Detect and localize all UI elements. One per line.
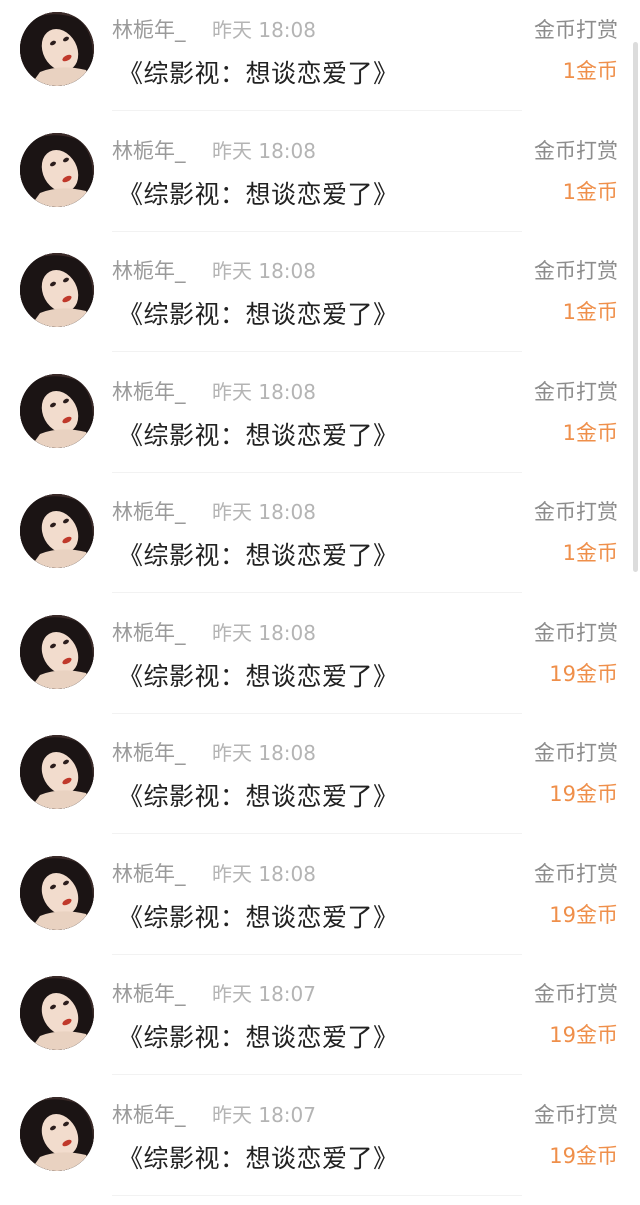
row-divider: [112, 1074, 522, 1075]
reward-amount: 1金币: [562, 59, 618, 83]
user-avatar-icon[interactable]: [20, 976, 94, 1050]
reward-type: 金币打赏: [534, 861, 618, 886]
user-avatar-icon[interactable]: [20, 494, 94, 568]
username[interactable]: 林栀年_: [112, 737, 186, 767]
reward-amount: 19金币: [549, 782, 618, 806]
book-title[interactable]: 《综影视：想谈恋爱了》: [118, 1018, 399, 1054]
user-avatar-icon[interactable]: [20, 855, 94, 930]
row-divider: [112, 833, 522, 834]
row-divider: [112, 592, 522, 593]
reward-type: 金币打赏: [534, 18, 618, 42]
username[interactable]: 林栀年_: [112, 978, 186, 1008]
reward-amount: 1金币: [562, 541, 618, 565]
reward-time: 昨天 18:07: [212, 1102, 316, 1127]
user-avatar-icon[interactable]: [20, 12, 94, 86]
username[interactable]: 林栀年_: [112, 858, 186, 888]
reward-type: 金币打赏: [534, 741, 618, 765]
row-divider: [112, 230, 522, 232]
username[interactable]: 林栀年_: [112, 617, 186, 647]
reward-time: 昨天 18:08: [212, 18, 316, 42]
book-title[interactable]: 《综影视：想谈恋爱了》: [118, 54, 399, 90]
username[interactable]: 林栀年_: [112, 376, 186, 406]
row-divider: [112, 712, 522, 714]
reward-row[interactable]: 林栀年_ 昨天 18:08 《综影视：想谈恋爱了》 金币打赏 19金币: [0, 723, 640, 843]
username[interactable]: 林栀年_: [112, 496, 186, 526]
row-divider: [112, 953, 522, 955]
reward-amount: 1金币: [562, 179, 618, 204]
reward-time: 昨天 18:08: [212, 259, 316, 283]
reward-row[interactable]: 林栀年_ 昨天 18:08 《综影视：想谈恋爱了》 金币打赏 1金币: [0, 241, 640, 361]
reward-amount: 1金币: [562, 300, 618, 324]
row-divider: [112, 110, 522, 111]
reward-type: 金币打赏: [534, 379, 618, 404]
reward-row[interactable]: 林栀年_ 昨天 18:08 《综影视：想谈恋爱了》 金币打赏 19金币: [0, 603, 640, 723]
reward-list: 林栀年_ 昨天 18:08 《综影视：想谈恋爱了》 金币打赏 1金币 林栀年_ 昨天 18:…: [0, 0, 640, 1196]
book-title[interactable]: 《综影视：想谈恋爱了》: [118, 295, 399, 331]
book-title[interactable]: 《综影视：想谈恋爱了》: [118, 657, 399, 693]
book-title[interactable]: 《综影视：想谈恋爱了》: [118, 777, 399, 813]
username[interactable]: 林栀年_: [112, 14, 186, 44]
reward-row[interactable]: 林栀年_ 昨天 18:07 《综影视：想谈恋爱了》 金币打赏 19金币: [0, 964, 640, 1084]
reward-type: 金币打赏: [534, 1102, 618, 1127]
user-avatar-icon[interactable]: [20, 614, 94, 689]
book-title[interactable]: 《综影视：想谈恋爱了》: [118, 1139, 399, 1175]
book-title[interactable]: 《综影视：想谈恋爱了》: [118, 416, 399, 452]
reward-amount: 1金币: [562, 420, 618, 445]
username[interactable]: 林栀年_: [112, 135, 186, 165]
row-divider: [112, 471, 522, 473]
reward-time: 昨天 18:08: [212, 379, 316, 404]
reward-row[interactable]: 林栀年_ 昨天 18:07 《综影视：想谈恋爱了》 金币打赏 19金币: [0, 1085, 640, 1205]
reward-row[interactable]: 林栀年_ 昨天 18:08 《综影视：想谈恋爱了》 金币打赏 1金币: [0, 362, 640, 482]
user-avatar-icon[interactable]: [20, 735, 94, 809]
user-avatar-icon[interactable]: [20, 253, 94, 327]
user-avatar-icon[interactable]: [20, 1096, 94, 1171]
user-avatar-icon[interactable]: [20, 132, 94, 207]
reward-time: 昨天 18:08: [212, 741, 316, 765]
reward-amount: 19金币: [549, 902, 618, 927]
reward-type: 金币打赏: [534, 259, 618, 283]
username[interactable]: 林栀年_: [112, 1099, 186, 1129]
scrollbar[interactable]: [633, 42, 638, 572]
reward-time: 昨天 18:08: [212, 620, 316, 645]
reward-amount: 19金币: [549, 1143, 618, 1168]
reward-row[interactable]: 林栀年_ 昨天 18:08 《综影视：想谈恋爱了》 金币打赏 1金币: [0, 482, 640, 602]
reward-row[interactable]: 林栀年_ 昨天 18:08 《综影视：想谈恋爱了》 金币打赏 1金币: [0, 0, 640, 120]
reward-type: 金币打赏: [534, 982, 618, 1006]
username[interactable]: 林栀年_: [112, 255, 186, 285]
book-title[interactable]: 《综影视：想谈恋爱了》: [118, 536, 399, 572]
reward-row[interactable]: 林栀年_ 昨天 18:08 《综影视：想谈恋爱了》 金币打赏 19金币: [0, 844, 640, 964]
row-divider: [112, 1194, 522, 1196]
reward-type: 金币打赏: [534, 500, 618, 524]
book-title[interactable]: 《综影视：想谈恋爱了》: [118, 898, 399, 934]
reward-amount: 19金币: [549, 1023, 618, 1047]
row-divider: [112, 351, 522, 352]
reward-type: 金币打赏: [534, 138, 618, 163]
reward-time: 昨天 18:08: [212, 500, 316, 524]
reward-time: 昨天 18:08: [212, 861, 316, 886]
reward-time: 昨天 18:07: [212, 982, 316, 1006]
reward-amount: 19金币: [549, 661, 618, 686]
book-title[interactable]: 《综影视：想谈恋爱了》: [118, 175, 399, 211]
user-avatar-icon[interactable]: [20, 373, 94, 448]
reward-time: 昨天 18:08: [212, 138, 316, 163]
reward-type: 金币打赏: [534, 620, 618, 645]
reward-row[interactable]: 林栀年_ 昨天 18:08 《综影视：想谈恋爱了》 金币打赏 1金币: [0, 121, 640, 241]
